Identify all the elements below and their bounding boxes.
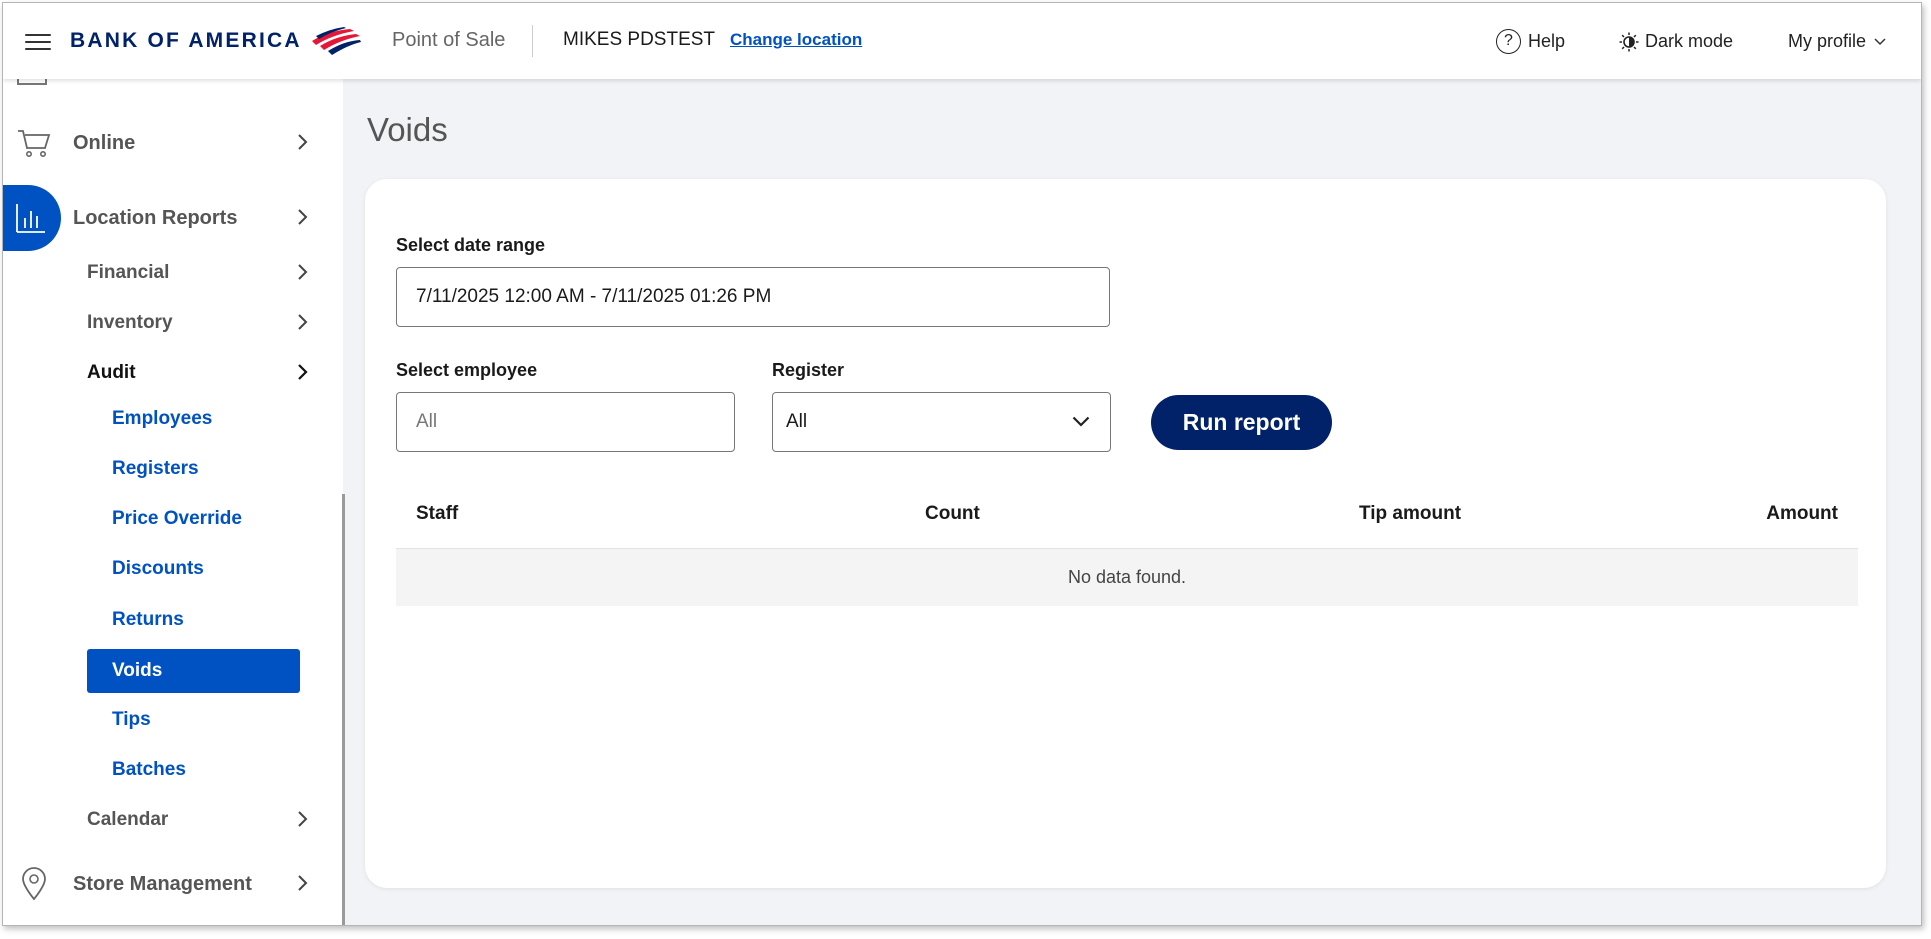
sidebar-item-voids[interactable]: Voids xyxy=(87,649,300,693)
sidebar-item-label: Store Management xyxy=(73,872,252,895)
register-value: All xyxy=(786,411,808,432)
chevron-right-icon xyxy=(298,209,308,225)
employee-label: Select employee xyxy=(396,360,538,380)
sidebar-item-calendar[interactable]: Calendar xyxy=(87,802,323,838)
chevron-right-icon xyxy=(298,875,308,891)
sidebar-scrollbar[interactable] xyxy=(342,494,345,925)
sidebar-item-label: Voids xyxy=(112,660,163,681)
register-label: Register xyxy=(772,360,845,380)
date-range-input[interactable]: 7/11/2025 12:00 AM - 7/11/2025 01:26 PM xyxy=(396,267,1110,327)
profile-label: My profile xyxy=(1788,31,1867,51)
chevron-right-icon xyxy=(298,134,308,150)
column-header-amount[interactable]: Amount xyxy=(1766,503,1838,525)
my-profile-menu[interactable]: My profile xyxy=(1788,31,1886,52)
cart-icon xyxy=(18,130,51,157)
column-header-staff[interactable]: Staff xyxy=(416,503,458,525)
sidebar-item-online[interactable]: Online xyxy=(3,121,323,165)
table-header-row: Staff Count Tip amount Amount xyxy=(396,479,1858,549)
sidebar-item-label: Inventory xyxy=(87,312,173,333)
logo-text: BANK OF AMERICA xyxy=(70,29,302,52)
help-button[interactable]: ? Help xyxy=(1496,29,1565,54)
flag-logo-icon xyxy=(311,27,361,55)
chevron-down-icon xyxy=(1874,37,1886,45)
date-range-label: Select date range xyxy=(396,235,546,255)
sidebar-item-financial[interactable]: Financial xyxy=(87,255,323,291)
app-label: Point of Sale xyxy=(392,29,506,51)
location-pin-icon xyxy=(22,867,46,901)
sidebar-item-store-management[interactable]: Store Management xyxy=(3,862,323,906)
employee-input[interactable]: All xyxy=(396,392,735,452)
report-card: Select date range 7/11/2025 12:00 AM - 7… xyxy=(365,179,1886,888)
sidebar-item-returns[interactable]: Returns xyxy=(112,609,184,631)
sidebar-item-employees[interactable]: Employees xyxy=(112,408,212,430)
page-title: Voids xyxy=(367,111,448,148)
hamburger-menu-icon[interactable] xyxy=(25,34,51,52)
chevron-right-icon xyxy=(298,364,308,380)
dark-mode-toggle[interactable]: Dark mode xyxy=(1619,31,1733,52)
sidebar-item-label: Calendar xyxy=(87,809,169,830)
change-location-link[interactable]: Change location xyxy=(730,30,862,50)
brightness-icon xyxy=(1619,32,1639,51)
sidebar-nav: Online Location Reports Financial Invent… xyxy=(3,79,345,925)
sidebar-item-registers[interactable]: Registers xyxy=(112,458,199,480)
voids-table: Staff Count Tip amount Amount No data fo… xyxy=(396,479,1858,606)
help-label: Help xyxy=(1528,31,1566,51)
sidebar-item-audit[interactable]: Audit xyxy=(87,355,323,391)
sidebar-item-label: Audit xyxy=(87,362,136,383)
sidebar-item-label: Location Reports xyxy=(73,206,238,229)
sidebar-item-discounts[interactable]: Discounts xyxy=(112,558,204,580)
dark-mode-label: Dark mode xyxy=(1645,31,1734,51)
sidebar-item-location-reports[interactable]: Location Reports xyxy=(3,196,323,240)
column-header-tip-amount[interactable]: Tip amount xyxy=(1359,503,1461,525)
bank-logo[interactable]: BANK OF AMERICA xyxy=(70,27,362,55)
sidebar-item-label: Financial xyxy=(87,262,170,283)
help-icon: ? xyxy=(1496,29,1521,54)
app-window: BANK OF AMERICA Point of Sale MIKES PDST… xyxy=(2,2,1922,926)
sidebar-item-batches[interactable]: Batches xyxy=(112,759,186,781)
sidebar-item-tips[interactable]: Tips xyxy=(112,709,151,731)
header-divider xyxy=(532,25,533,57)
run-report-button[interactable]: Run report xyxy=(1151,395,1332,450)
sidebar-item-price-override[interactable]: Price Override xyxy=(112,508,242,530)
register-select[interactable]: All xyxy=(772,392,1111,452)
no-data-message: No data found. xyxy=(396,549,1858,606)
chevron-right-icon xyxy=(298,264,308,280)
top-header: BANK OF AMERICA Point of Sale MIKES PDST… xyxy=(3,3,1921,79)
sidebar-item-inventory[interactable]: Inventory xyxy=(87,305,323,341)
chevron-right-icon xyxy=(298,811,308,827)
chevron-right-icon xyxy=(298,314,308,330)
partial-nav-icon xyxy=(17,79,47,85)
store-name: MIKES PDSTEST xyxy=(563,29,716,50)
column-header-count[interactable]: Count xyxy=(925,503,980,525)
chevron-down-icon xyxy=(1072,416,1090,427)
sidebar-item-label: Online xyxy=(73,131,136,154)
